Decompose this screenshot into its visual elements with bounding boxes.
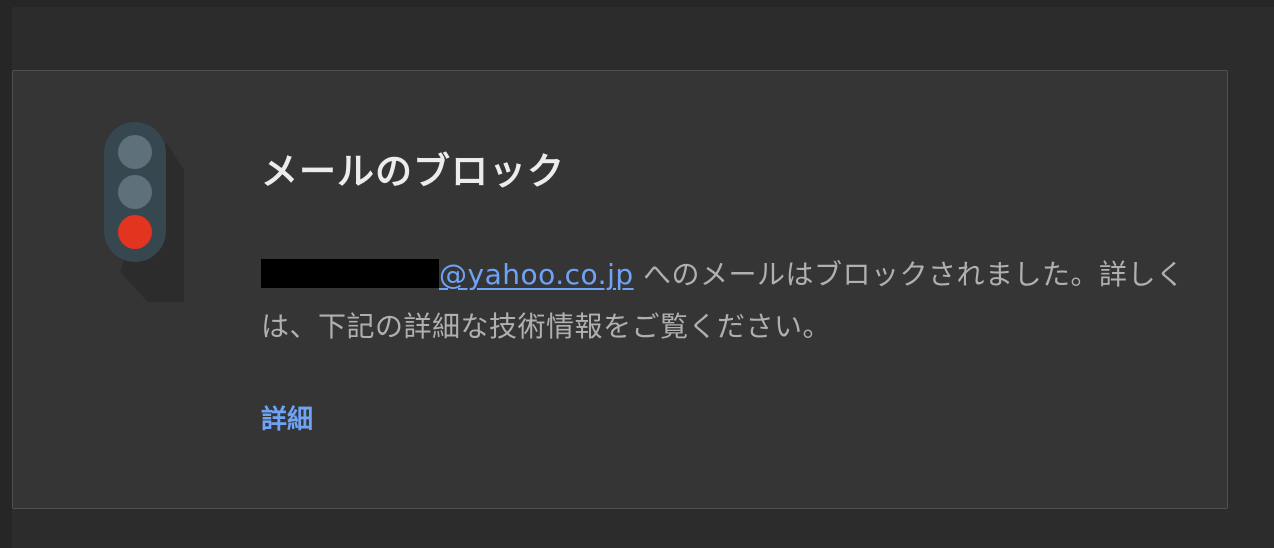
details-link[interactable]: 詳細 bbox=[261, 399, 313, 436]
redacted-email-local-part bbox=[261, 259, 439, 288]
page-title: メールのブロック bbox=[261, 150, 565, 193]
email-address-link[interactable]: @yahoo.co.jp bbox=[439, 258, 634, 291]
window-top-edge bbox=[0, 0, 1274, 7]
blocked-mail-card: メールのブロック @yahoo.co.jp へのメールはブロックされました。詳し… bbox=[12, 70, 1228, 509]
traffic-light-icon bbox=[104, 122, 184, 302]
window-left-edge bbox=[0, 0, 12, 548]
blocked-message: @yahoo.co.jp へのメールはブロックされました。詳しくは、下記の詳細な… bbox=[261, 249, 1191, 353]
